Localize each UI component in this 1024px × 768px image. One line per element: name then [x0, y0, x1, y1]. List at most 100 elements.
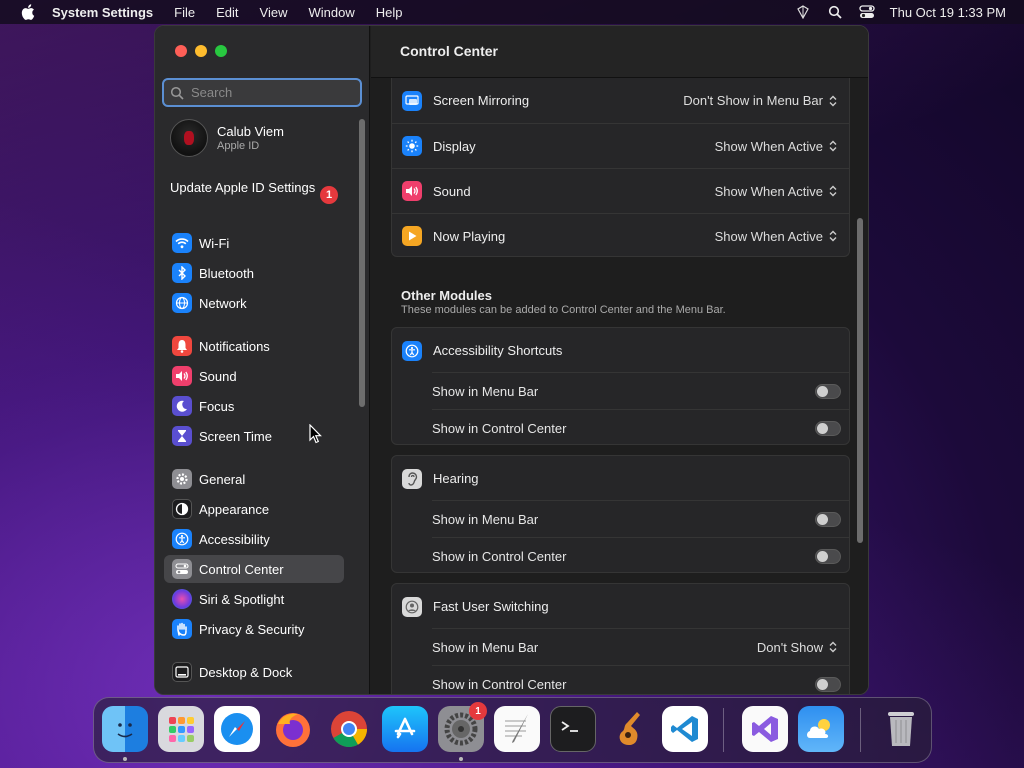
chrome-icon[interactable] — [326, 706, 372, 752]
apple-id-profile[interactable]: Calub Viem Apple ID — [170, 119, 284, 157]
app-store-icon[interactable] — [382, 706, 428, 752]
menu-bar-clock[interactable]: Thu Oct 19 1:33 PM — [890, 5, 1006, 20]
menu-view[interactable]: View — [260, 5, 288, 20]
avatar — [170, 119, 208, 157]
other-modules-title: Other Modules — [401, 288, 493, 303]
setting-label: Show in Control Center — [432, 548, 567, 564]
page-title: Control Center — [400, 43, 498, 59]
textedit-icon[interactable] — [494, 706, 540, 752]
chevron-up-down-icon — [829, 641, 837, 653]
wifi-icon — [172, 233, 192, 253]
show-in-menu-bar-toggle[interactable] — [815, 383, 841, 399]
select-value: Show When Active — [714, 183, 823, 199]
apple-menu-icon[interactable] — [18, 2, 38, 22]
sidebar-item-label: Network — [199, 295, 247, 311]
vpn-status-icon[interactable] — [794, 3, 812, 21]
module-visibility-select[interactable]: Show When Active — [715, 184, 839, 199]
hand-icon — [172, 619, 192, 639]
sidebar-item-wifi[interactable]: Wi-Fi — [164, 229, 344, 257]
window-controls — [175, 45, 235, 57]
sidebar-item-desktop-dock[interactable]: Desktop & Dock — [164, 658, 344, 686]
menu-help[interactable]: Help — [376, 5, 403, 20]
bluetooth-icon — [172, 263, 192, 283]
module-visibility-select[interactable]: Show When Active — [715, 229, 839, 244]
sidebar-item-sound[interactable]: Sound — [164, 362, 344, 390]
gear-icon — [172, 469, 192, 489]
main-scrollbar[interactable] — [857, 218, 863, 543]
speaker-icon — [402, 181, 422, 201]
search-icon — [170, 86, 184, 100]
firefox-icon[interactable] — [270, 706, 316, 752]
update-badge: 1 — [320, 186, 338, 204]
mouse-cursor-icon — [309, 424, 322, 444]
accessibility-icon — [402, 340, 422, 361]
close-window-button[interactable] — [175, 45, 187, 57]
select-value: Show When Active — [714, 228, 823, 244]
finder-icon[interactable] — [102, 706, 148, 752]
garageband-icon[interactable] — [606, 706, 652, 752]
sidebar-item-accessibility[interactable]: Accessibility — [164, 525, 344, 553]
setting-row-show-in-menu-bar: Show in Menu Bar Don't Show — [432, 628, 849, 665]
control-center-modules-group: Screen Mirroring Don't Show in Menu Bar … — [391, 78, 850, 257]
group-label: Fast User Switching — [433, 599, 549, 614]
show-in-control-center-toggle[interactable] — [815, 548, 841, 564]
sidebar-item-network[interactable]: Network — [164, 289, 344, 317]
trash-icon[interactable] — [878, 706, 924, 752]
search-input[interactable] — [191, 85, 351, 100]
sidebar-item-appearance[interactable]: Appearance — [164, 495, 344, 523]
profile-name: Calub Viem — [217, 124, 284, 139]
menu-window[interactable]: Window — [308, 5, 354, 20]
show-in-menu-bar-toggle[interactable] — [815, 511, 841, 527]
menu-app-name[interactable]: System Settings — [52, 5, 153, 20]
control-center-menu-icon[interactable] — [858, 3, 876, 21]
launchpad-icon[interactable] — [158, 706, 204, 752]
group-header: Fast User Switching — [392, 584, 849, 629]
sidebar-item-control-center[interactable]: Control Center — [164, 555, 344, 583]
sidebar-item-bluetooth[interactable]: Bluetooth — [164, 259, 344, 287]
sidebar-item-focus[interactable]: Focus — [164, 392, 344, 420]
group-header: Accessibility Shortcuts — [392, 328, 849, 373]
group-label: Accessibility Shortcuts — [433, 343, 563, 358]
dock-icon — [172, 662, 192, 682]
running-indicator — [459, 757, 463, 761]
moon-icon — [172, 396, 192, 416]
vscode-icon[interactable] — [662, 706, 708, 752]
sidebar-item-siri-spotlight[interactable]: Siri & Spotlight — [164, 585, 344, 613]
terminal-icon[interactable] — [550, 706, 596, 752]
show-in-control-center-toggle[interactable] — [815, 676, 841, 692]
menu-edit[interactable]: Edit — [216, 5, 238, 20]
sidebar-item-label: Wi-Fi — [199, 235, 230, 251]
sidebar-item-general[interactable]: General — [164, 465, 344, 493]
spotlight-search-icon[interactable] — [826, 3, 844, 21]
sidebar-item-notifications[interactable]: Notifications — [164, 332, 344, 360]
sidebar-item-label: Privacy & Security — [199, 621, 305, 637]
safari-icon[interactable] — [214, 706, 260, 752]
system-settings-badge: 1 — [469, 702, 487, 720]
sidebar: Calub Viem Apple ID Update Apple ID Sett… — [155, 26, 370, 694]
bell-icon — [172, 336, 192, 356]
sidebar-item-privacy-security[interactable]: Privacy & Security — [164, 615, 344, 643]
visual-studio-icon[interactable] — [742, 706, 788, 752]
show-in-control-center-toggle[interactable] — [815, 420, 841, 436]
setting-label: Show in Control Center — [432, 420, 567, 436]
sidebar-scrollbar[interactable] — [359, 119, 365, 407]
menu-file[interactable]: File — [174, 5, 195, 20]
main-content: Control Center Screen Mirroring Don't Sh… — [371, 26, 868, 694]
ear-icon — [402, 468, 422, 489]
appearance-icon — [172, 499, 192, 519]
control-center-icon — [172, 559, 192, 579]
menu-bar-visibility-select[interactable]: Don't Show — [757, 640, 839, 655]
sidebar-item-label: Appearance — [199, 501, 270, 517]
globe-icon — [172, 293, 192, 313]
sidebar-search[interactable] — [162, 78, 362, 107]
sidebar-item-label: Control Center — [199, 561, 284, 577]
running-indicator — [123, 757, 127, 761]
zoom-window-button[interactable] — [215, 45, 227, 57]
system-settings-window: Calub Viem Apple ID Update Apple ID Sett… — [154, 25, 869, 695]
dock-separator — [860, 708, 861, 752]
module-visibility-select[interactable]: Show When Active — [715, 139, 839, 154]
module-visibility-select[interactable]: Don't Show in Menu Bar — [683, 93, 839, 108]
weather-icon[interactable] — [798, 706, 844, 752]
setting-label: Show in Menu Bar — [432, 383, 539, 399]
minimize-window-button[interactable] — [195, 45, 207, 57]
